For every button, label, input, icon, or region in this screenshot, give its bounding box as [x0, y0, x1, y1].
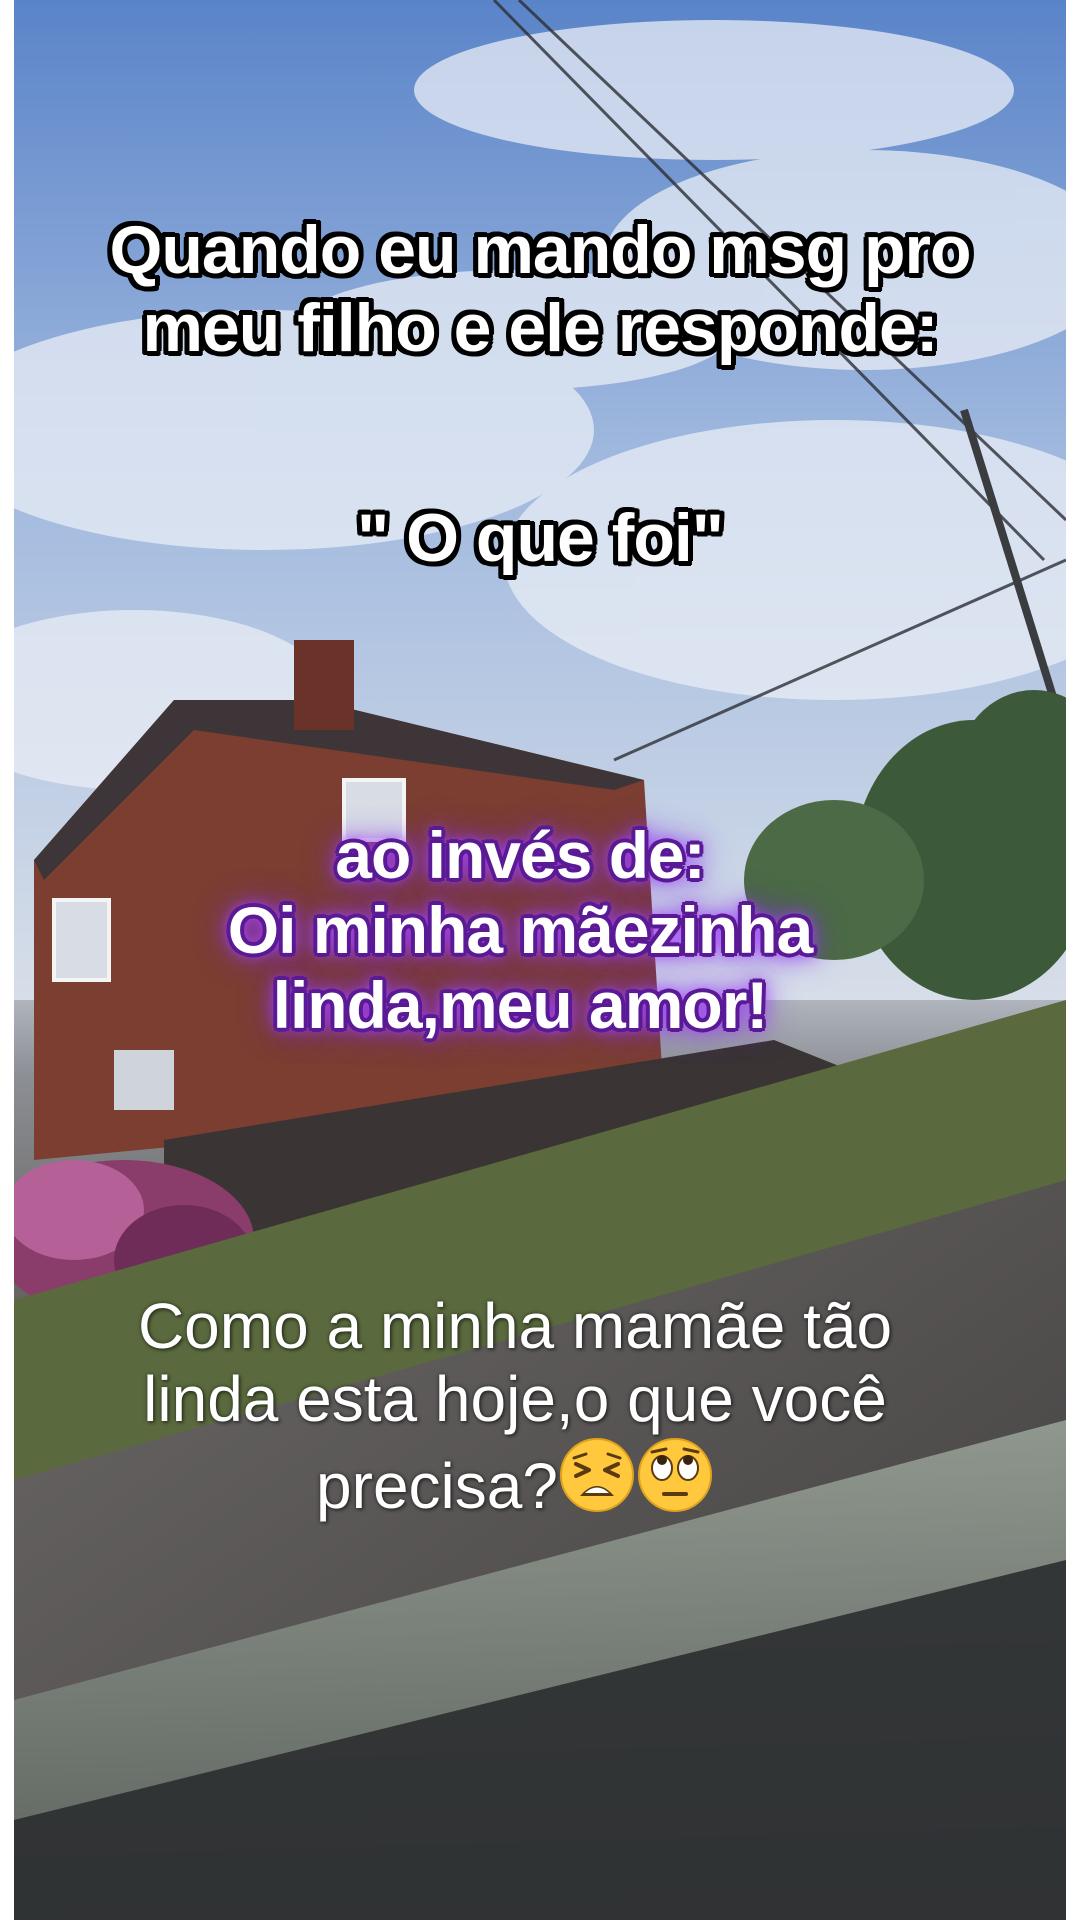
middle-caption: ao invés de: Oi minha mãezinha linda,meu… [0, 818, 1060, 1044]
bottom-caption-line-1: Como a minha mamãe tão [137, 1290, 893, 1362]
quote-text: " O que foi" [356, 500, 724, 576]
quote-caption: " O que foi" [0, 500, 1080, 578]
top-caption-line-1: Quando eu mando msg pro [109, 212, 971, 288]
middle-caption-line-1: ao invés de: [335, 818, 705, 892]
tired-face-emoji-icon [559, 1437, 634, 1512]
middle-caption-line-2: Oi minha mãezinha [227, 893, 813, 968]
top-caption-line-2: meu filho e ele responde: [142, 289, 939, 366]
top-caption: Quando eu mando msg pro meu filho e ele … [0, 212, 1080, 367]
bottom-caption-line-3-text: precisa? [316, 1449, 558, 1522]
bottom-caption: Como a minha mamãe tão linda esta hoje,o… [0, 1290, 1055, 1523]
face-with-rolling-eyes-emoji-icon [637, 1437, 712, 1512]
middle-caption-line-3: linda,meu amor! [272, 968, 769, 1043]
bottom-caption-line-3: precisa? [0, 1436, 1055, 1523]
bottom-caption-line-2: linda esta hoje,o que você [143, 1362, 887, 1435]
